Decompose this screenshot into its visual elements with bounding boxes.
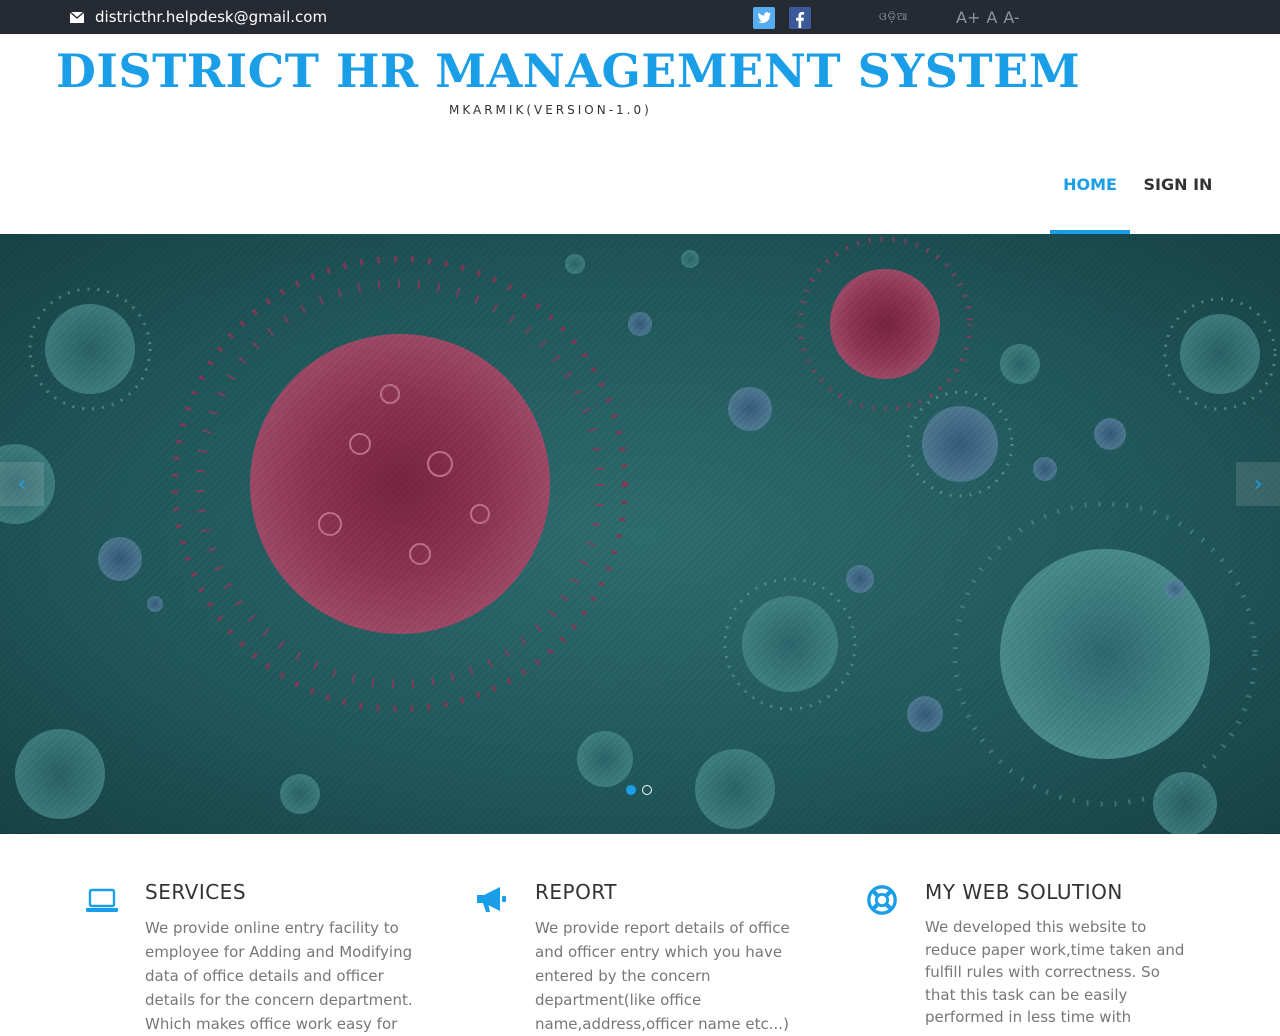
slider-indicator-1[interactable] bbox=[626, 785, 636, 795]
envelope-icon bbox=[70, 11, 84, 23]
feature-text: We provide report details of office and … bbox=[535, 919, 790, 1033]
font-decrease-button[interactable]: A- bbox=[1003, 8, 1019, 27]
top-bar: districthr.helpdesk@gmail.com ଓଡ଼ିଆ A+ A… bbox=[0, 0, 1280, 34]
helpdesk-email-link[interactable]: districthr.helpdesk@gmail.com bbox=[70, 0, 327, 34]
nav-sign-in[interactable]: SIGN IN bbox=[1140, 160, 1216, 234]
twitter-button[interactable] bbox=[753, 7, 775, 29]
feature-title: SERVICES bbox=[145, 880, 247, 904]
feature-title: MY WEB SOLUTION bbox=[925, 880, 1123, 904]
helpdesk-email-text: districthr.helpdesk@gmail.com bbox=[95, 8, 328, 26]
chevron-left-icon: ‹ bbox=[17, 471, 27, 497]
twitter-icon bbox=[758, 12, 771, 24]
slider-overlay bbox=[0, 234, 1280, 834]
feature-text: We provide online entry facility to empl… bbox=[145, 919, 413, 1033]
chevron-right-icon: › bbox=[1253, 471, 1263, 497]
slider-prev-button[interactable]: ‹ bbox=[0, 462, 44, 506]
megaphone-icon bbox=[477, 887, 506, 912]
laptop-icon bbox=[86, 888, 118, 912]
site-title[interactable]: DISTRICT HR MANAGEMENT SYSTEM bbox=[56, 44, 1080, 98]
font-size-controls: A+ A A- bbox=[956, 0, 1020, 34]
hero-slider: ‹ › bbox=[0, 234, 1280, 834]
language-link[interactable]: ଓଡ଼ିଆ bbox=[879, 0, 908, 34]
slider-next-button[interactable]: › bbox=[1236, 462, 1280, 506]
font-increase-button[interactable]: A+ bbox=[956, 8, 980, 27]
site-subtitle: MKARMIK(VERSION-1.0) bbox=[449, 103, 652, 117]
nav-home[interactable]: HOME bbox=[1050, 160, 1130, 234]
facebook-icon bbox=[796, 12, 805, 28]
slider-indicator-2[interactable] bbox=[642, 785, 652, 795]
lifebuoy-icon bbox=[867, 885, 897, 915]
feature-text: We developed this website to reduce pape… bbox=[925, 918, 1185, 1026]
font-normal-button[interactable]: A bbox=[986, 8, 997, 27]
facebook-button[interactable] bbox=[789, 7, 811, 29]
feature-title: REPORT bbox=[535, 880, 617, 904]
